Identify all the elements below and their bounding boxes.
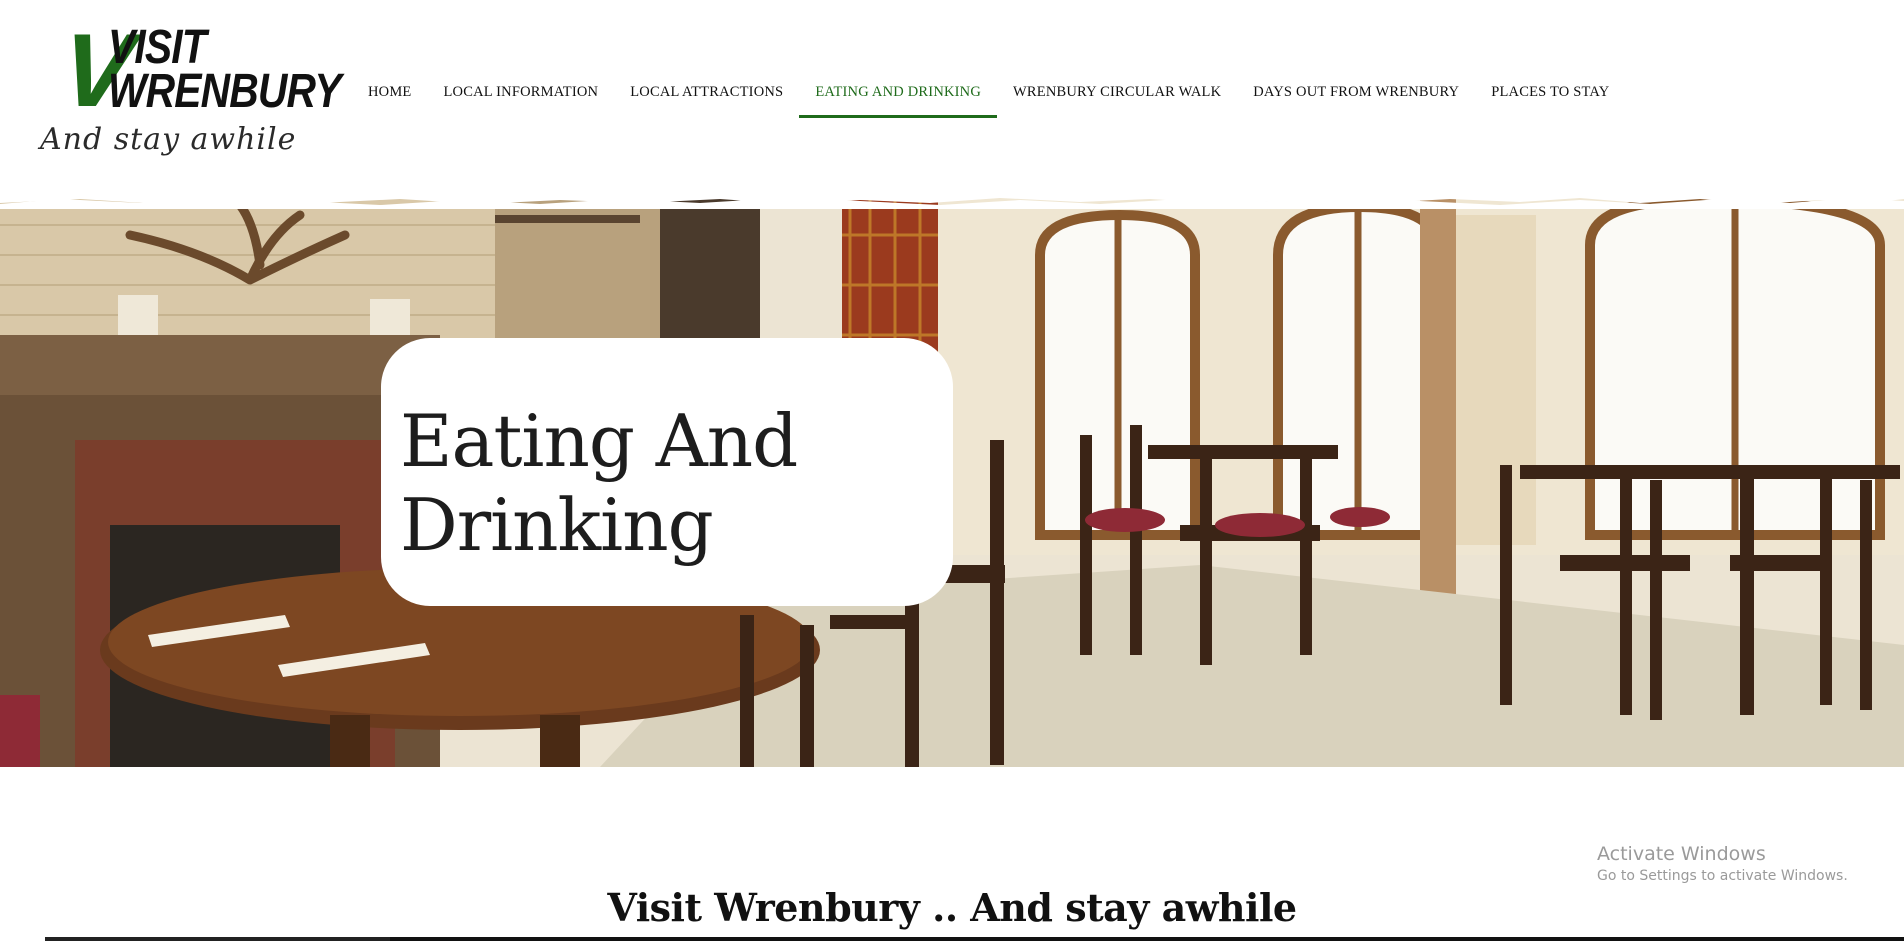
page-title: Eating And Drinking: [400, 399, 920, 567]
watermark-subtitle: Go to Settings to activate Windows.: [1597, 868, 1848, 884]
main-navigation: HOME LOCAL INFORMATION LOCAL ATTRACTIONS…: [352, 76, 1625, 118]
site-logo[interactable]: V VISIT WRENBURY And stay awhile: [40, 13, 342, 170]
nav-item-wrenbury-circular-walk[interactable]: WRENBURY CIRCULAR WALK: [997, 76, 1237, 118]
torn-edge-bottom: [0, 197, 1904, 209]
logo-tagline: And stay awhile: [40, 122, 297, 157]
nav-item-local-information[interactable]: LOCAL INFORMATION: [428, 76, 615, 118]
page-title-line-2: Drinking: [400, 483, 714, 567]
hero-image: [0, 195, 1904, 767]
watermark-title: Activate Windows: [1597, 843, 1766, 865]
nav-item-home[interactable]: HOME: [352, 76, 428, 118]
activate-windows-watermark: Activate Windows Go to Settings to activ…: [1597, 842, 1848, 886]
nav-item-days-out[interactable]: DAYS OUT FROM WRENBURY: [1237, 76, 1475, 118]
hero-title-card: Eating And Drinking: [384, 341, 950, 603]
hero-banner: Eating And Drinking: [0, 195, 1904, 767]
logo-line-wrenbury: WRENBURY: [108, 65, 342, 118]
site-header: V VISIT WRENBURY And stay awhile HOME LO…: [0, 0, 1904, 190]
bottom-image-strip: [0, 937, 1904, 941]
nav-item-local-attractions[interactable]: LOCAL ATTRACTIONS: [614, 76, 799, 118]
nav-item-places-to-stay[interactable]: PLACES TO STAY: [1475, 76, 1625, 118]
nav-item-eating-and-drinking[interactable]: EATING AND DRINKING: [799, 76, 997, 118]
logo-letter: V: [55, 13, 138, 129]
page-title-line-1: Eating And: [400, 399, 798, 483]
intro-heading: Visit Wrenbury .. And stay awhile: [607, 885, 1297, 930]
